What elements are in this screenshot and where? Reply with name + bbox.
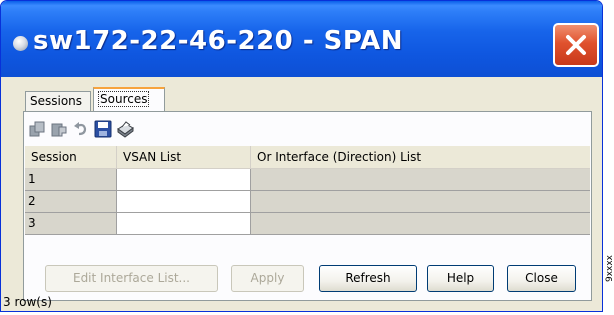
refresh-button[interactable]: Refresh xyxy=(319,265,417,292)
app-icon xyxy=(13,36,28,51)
tab-sources-label: Sources xyxy=(98,91,150,107)
window-title: sw172-22-46-220 - SPAN xyxy=(33,26,403,56)
row-count-status: 3 row(s) xyxy=(3,295,52,309)
vsan-list-cell[interactable] xyxy=(117,169,251,190)
column-header-interface-list[interactable]: Or Interface (Direction) List xyxy=(251,146,590,168)
paste-rows-icon[interactable] xyxy=(50,120,68,138)
table-header: Session VSAN List Or Interface (Directio… xyxy=(25,146,590,169)
save-icon[interactable] xyxy=(94,120,112,138)
span-dialog-window: sw172-22-46-220 - SPAN Sessions Sources xyxy=(0,0,603,312)
session-cell: 1 xyxy=(25,169,117,190)
vsan-list-cell[interactable] xyxy=(117,191,251,212)
interface-list-cell[interactable] xyxy=(251,191,590,212)
interface-list-cell[interactable] xyxy=(251,213,590,234)
session-cell: 3 xyxy=(25,213,117,234)
close-button[interactable]: Close xyxy=(507,265,576,292)
session-cell: 2 xyxy=(25,191,117,212)
close-icon xyxy=(566,35,586,55)
vsan-list-cell[interactable] xyxy=(117,213,251,234)
copy-rows-icon[interactable] xyxy=(28,120,46,138)
apply-button[interactable]: Apply xyxy=(231,265,304,292)
edit-interface-list-button[interactable]: Edit Interface List... xyxy=(45,265,218,292)
table-row[interactable]: 1 xyxy=(25,169,590,191)
tab-sources[interactable]: Sources xyxy=(93,87,165,112)
figure-id-label: 9xxxx xyxy=(605,255,614,283)
window-close-button[interactable] xyxy=(553,23,599,67)
column-header-vsan-list[interactable]: VSAN List xyxy=(117,146,251,168)
toolbar xyxy=(24,116,591,142)
interface-list-cell[interactable] xyxy=(251,169,590,190)
print-icon[interactable] xyxy=(116,120,134,138)
table-row[interactable]: 2 xyxy=(25,191,590,213)
title-bar[interactable]: sw172-22-46-220 - SPAN xyxy=(1,1,602,77)
tab-sessions[interactable]: Sessions xyxy=(25,91,91,111)
column-header-session[interactable]: Session xyxy=(25,146,117,168)
dialog-content: Sessions Sources Session VSAN List Or In… xyxy=(1,77,602,311)
button-bar: Edit Interface List... Apply Refresh Hel… xyxy=(23,265,593,293)
help-button[interactable]: Help xyxy=(427,265,494,292)
undo-icon[interactable] xyxy=(72,120,90,138)
table-row[interactable]: 3 xyxy=(25,213,590,235)
